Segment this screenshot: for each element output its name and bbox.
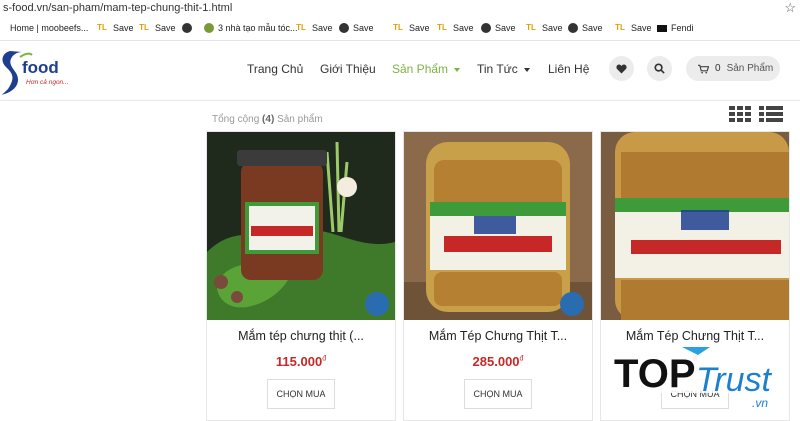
bookmark-label: Save (631, 23, 652, 33)
bookmark-item[interactable] (182, 23, 196, 33)
bookmark-item[interactable]: TL Save (95, 23, 134, 33)
cart-count: 0 (715, 63, 721, 74)
total-suffix: Sản phẩm (277, 114, 323, 125)
bookmark-label: Save (453, 23, 474, 33)
nav-san-pham-label: Sản Phẩm (392, 62, 449, 76)
bookmark-label: Save (582, 23, 603, 33)
product-image[interactable] (404, 132, 592, 320)
bookmark-star-icon[interactable]: ☆ (784, 0, 796, 16)
product-price: 285.000đ (404, 354, 592, 369)
bookmark-label: Home | moobeefs... (10, 23, 89, 33)
price-value: 285.000 (472, 354, 520, 369)
chevron-down-icon (454, 67, 461, 72)
heart-icon (616, 64, 627, 74)
bookmarks-bar: Home | moobeefs... TL Save TL Save 3 nhà tạo … (0, 17, 800, 41)
site-header: food Hơn cả ngon... Trang Chủ Giới Thiệu… (0, 41, 800, 101)
grid-view-icon[interactable] (729, 106, 751, 123)
bookmark-item[interactable]: Save (481, 23, 516, 33)
toptrust-watermark-logo: TOP Trust .vn (612, 347, 772, 410)
search-icon (654, 63, 665, 74)
fendi-icon (657, 24, 667, 32)
currency-symbol: đ (519, 355, 524, 363)
product-title[interactable]: Mắm Tép Chưng Thịt T... (404, 329, 592, 343)
page: s-food.vn/san-pham/mam-tep-chung-thit-1.… (0, 0, 800, 421)
browser-url-bar[interactable]: s-food.vn/san-pham/mam-tep-chung-thit-1.… (0, 0, 800, 17)
buy-button[interactable]: CHỌN MUA (267, 379, 335, 409)
bookmark-label: Fendi (671, 23, 694, 33)
sfood-logo[interactable]: food Hơn cả ngon... (0, 47, 80, 97)
bookmark-item[interactable]: TL Save (391, 23, 430, 33)
logo-tagline: Hơn cả ngon... (26, 78, 69, 86)
bookmark-item[interactable]: Save (339, 23, 374, 33)
bookmark-label: 3 nhà tạo mẫu tóc... (218, 23, 298, 33)
logo-text: food (22, 58, 59, 77)
product-price: 115.000đ (207, 354, 395, 369)
buy-button[interactable]: CHỌN MUA (464, 379, 532, 409)
bookmark-label: Save (542, 23, 563, 33)
product-card[interactable]: Mắm tép chưng thịt (... 115.000đ CHỌN MU… (206, 131, 396, 421)
tl-icon: TL (393, 23, 403, 32)
price-value: 115.000 (275, 354, 323, 369)
tl-icon: TL (437, 23, 447, 32)
watermark-domain: .vn (752, 396, 768, 410)
bookmark-label: Save (409, 23, 430, 33)
product-title[interactable]: Mắm tép chưng thịt (... (207, 329, 395, 343)
bookmark-label: Save (353, 23, 374, 33)
total-prefix: Tổng cộng (212, 114, 260, 125)
tl-icon: TL (526, 23, 536, 32)
globe-icon (339, 23, 349, 33)
bookmark-item[interactable]: TL Save (524, 23, 563, 33)
bookmark-item[interactable]: Fendi (657, 23, 694, 33)
nav-tin-tuc[interactable]: Tin Tức (477, 62, 530, 76)
product-title[interactable]: Mắm Tép Chưng Thịt T... (601, 329, 789, 343)
globe-icon (481, 23, 491, 33)
cart-label: Sản Phẩm (726, 63, 774, 74)
bookmark-label: Save (495, 23, 516, 33)
bookmark-label: Save (113, 23, 134, 33)
globe-icon (568, 23, 578, 33)
total-count: (4) (262, 114, 275, 125)
url-text[interactable]: s-food.vn/san-pham/mam-tep-chung-thit-1.… (3, 2, 232, 14)
product-image[interactable] (207, 132, 395, 320)
nav-gioi-thieu[interactable]: Giới Thiệu (320, 62, 376, 76)
product-card[interactable]: Mắm Tép Chưng Thịt T... 285.000đ CHỌN MU… (403, 131, 593, 421)
bookmark-item[interactable]: Home | moobeefs... (10, 23, 88, 33)
product-total: Tổng cộng (4) Sản phẩm (212, 114, 323, 125)
tl-icon: TL (615, 23, 625, 32)
bookmark-item[interactable]: TL Save (613, 23, 652, 33)
cart-icon (698, 64, 709, 73)
bookmark-item[interactable]: TL Save (294, 23, 333, 33)
tl-icon: TL (97, 23, 107, 32)
nav-tin-tuc-label: Tin Tức (477, 62, 518, 76)
product-image[interactable] (601, 132, 789, 320)
bookmark-item[interactable]: TL Save (137, 23, 176, 33)
list-view-icon[interactable] (759, 106, 783, 123)
tl-icon: TL (139, 23, 149, 32)
watermark-trust: Trust (696, 361, 772, 399)
bookmark-label: Save (155, 23, 176, 33)
bookmark-label: Save (312, 23, 333, 33)
tl-icon: TL (296, 23, 306, 32)
leaf-icon (204, 23, 214, 33)
bookmark-item[interactable]: TL Save (435, 23, 474, 33)
watermark-top: TOP (614, 352, 696, 396)
globe-icon (182, 23, 192, 33)
search-button[interactable] (647, 56, 672, 81)
bookmark-item[interactable]: Save (568, 23, 603, 33)
nav-trang-chu[interactable]: Trang Chủ (247, 62, 303, 76)
cart-button[interactable]: 0 Sản Phẩm (686, 56, 780, 81)
chevron-down-icon (523, 67, 530, 72)
currency-symbol: đ (322, 355, 327, 363)
bookmark-item[interactable]: 3 nhà tạo mẫu tóc... (204, 23, 298, 33)
nav-san-pham[interactable]: Sản Phẩm (392, 62, 461, 76)
wishlist-button[interactable] (609, 56, 634, 81)
nav-lien-he[interactable]: Liên Hệ (548, 62, 589, 76)
